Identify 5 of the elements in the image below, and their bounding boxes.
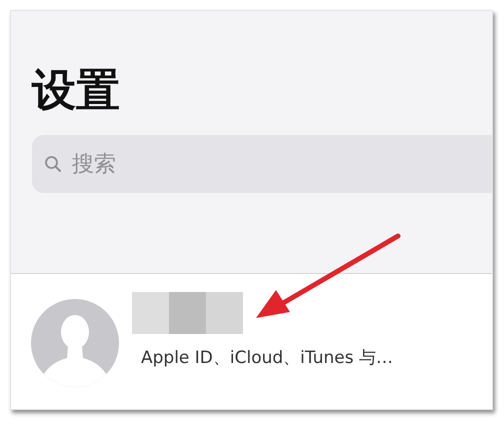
account-subtitle: Apple ID、iCloud、iTunes 与…: [141, 347, 393, 369]
avatar-icon: [30, 298, 120, 388]
account-row[interactable]: Apple ID、iCloud、iTunes 与…: [11, 274, 492, 409]
search-field[interactable]: 搜索: [32, 135, 492, 193]
page-title: 设置: [32, 64, 120, 118]
